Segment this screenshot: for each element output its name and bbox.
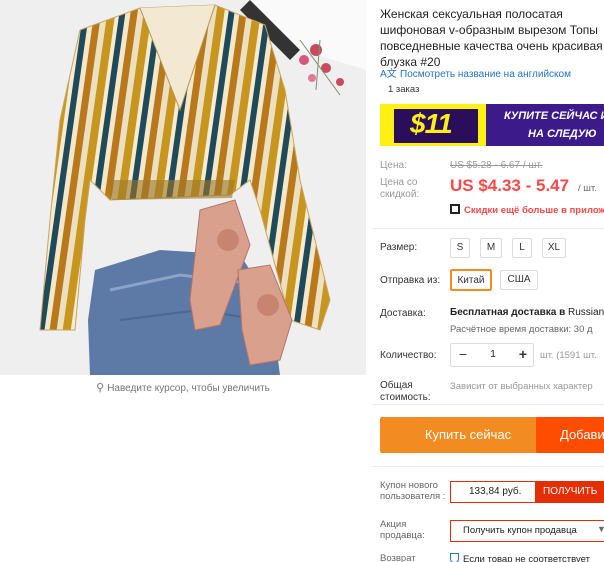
translate-icon: A文 [380,69,397,80]
delivery-label: Доставка: [380,308,426,319]
quantity-increase-button[interactable]: + [513,346,533,362]
size-label: Размер: [380,242,418,253]
promo-banner[interactable]: $11 КУПИТЕ СЕЙЧАС И НА СЛЕДУЮ [380,104,604,146]
product-info-panel: Женская сексуальная полосатая шифоновая … [372,0,604,562]
app-discount-link[interactable]: Скидки ещё больше в прилож [450,204,604,216]
shield-icon [450,553,459,562]
product-photo [0,0,366,375]
delivery-info: Бесплатная доставка в Russian [450,307,604,318]
discount-price-label: Цена со скидкой: [380,177,420,200]
delivery-country[interactable]: Russian [568,307,604,318]
banner-line-2: НА СЛЕДУЮ [528,128,597,140]
seller-promo-label: Акция продавца: [380,519,425,541]
old-price: US $5.28 - 6.67 / шт. [450,160,543,171]
quantity-input[interactable]: 1 [481,349,505,360]
new-user-coupon: 133,84 руб. ПОЛУЧИТЬ [450,481,604,503]
app-discount-text[interactable]: Скидки ещё больше в прилож [464,205,604,216]
zoom-hint: ⚲ Наведите курсор, чтобы увеличить [0,381,366,394]
total-cost-value: Зависит от выбранных характер [450,381,593,392]
magnifier-icon: ⚲ [96,382,105,394]
new-user-coupon-label: Купон нового пользователя : [380,480,446,502]
get-coupon-button[interactable]: ПОЛУЧИТЬ [535,481,604,503]
quantity-decrease-button[interactable]: − [453,346,473,362]
zoom-hint-text: Наведите курсор, чтобы увеличить [107,383,270,394]
sale-price: US $4.33 - 5.47 [450,176,570,195]
coupon-amount: 133,84 руб. [469,486,522,497]
size-option-m[interactable]: M [480,238,502,258]
qr-code-icon [450,204,460,214]
quantity-available: шт. (1591 шт. [540,350,597,361]
chevron-down-icon: ▼ [597,524,604,534]
ship-from-label: Отправка из: [380,275,441,286]
banner-amount: $11 [410,108,453,139]
per-unit-label: / шт. [578,183,597,194]
return-label: Возврат [380,553,416,562]
divider [372,404,604,405]
quantity-label: Количество: [380,350,437,361]
ship-from-china[interactable]: Китай [450,269,492,291]
quantity-stepper: − 1 + [450,343,534,367]
buy-now-button[interactable]: Купить сейчас [380,417,556,453]
product-title: Женская сексуальная полосатая шифоновая … [380,7,603,69]
seller-coupon-select-text: Получить купон продавца [463,525,577,536]
size-option-l[interactable]: L [512,238,532,258]
translate-title-link[interactable]: A文 Посмотреть название на английском [380,65,571,80]
add-to-cart-button[interactable]: Добави [536,417,604,453]
price-label: Цена: [380,160,407,171]
orders-count: 1 заказ [388,84,420,95]
ship-from-usa[interactable]: США [500,270,538,290]
banner-line-1: КУПИТЕ СЕЙЧАС И [504,110,604,122]
return-policy-text[interactable]: Если товар не соответствует [463,554,590,562]
size-option-s[interactable]: S [450,238,470,258]
return-policy[interactable]: Если товар не соответствует [450,553,590,562]
size-option-xl[interactable]: XL [542,238,566,258]
free-delivery-text: Бесплатная доставка в [450,307,566,318]
seller-coupon-select[interactable]: Получить купон продавца ▼ [450,520,604,542]
divider [372,228,604,229]
delivery-eta: Расчётное время доставки: 30 д [450,324,593,335]
product-image[interactable] [0,0,366,375]
divider [372,466,604,467]
total-cost-label: Общая стоимость: [380,380,431,403]
translate-link-text[interactable]: Посмотреть название на английском [400,69,571,80]
